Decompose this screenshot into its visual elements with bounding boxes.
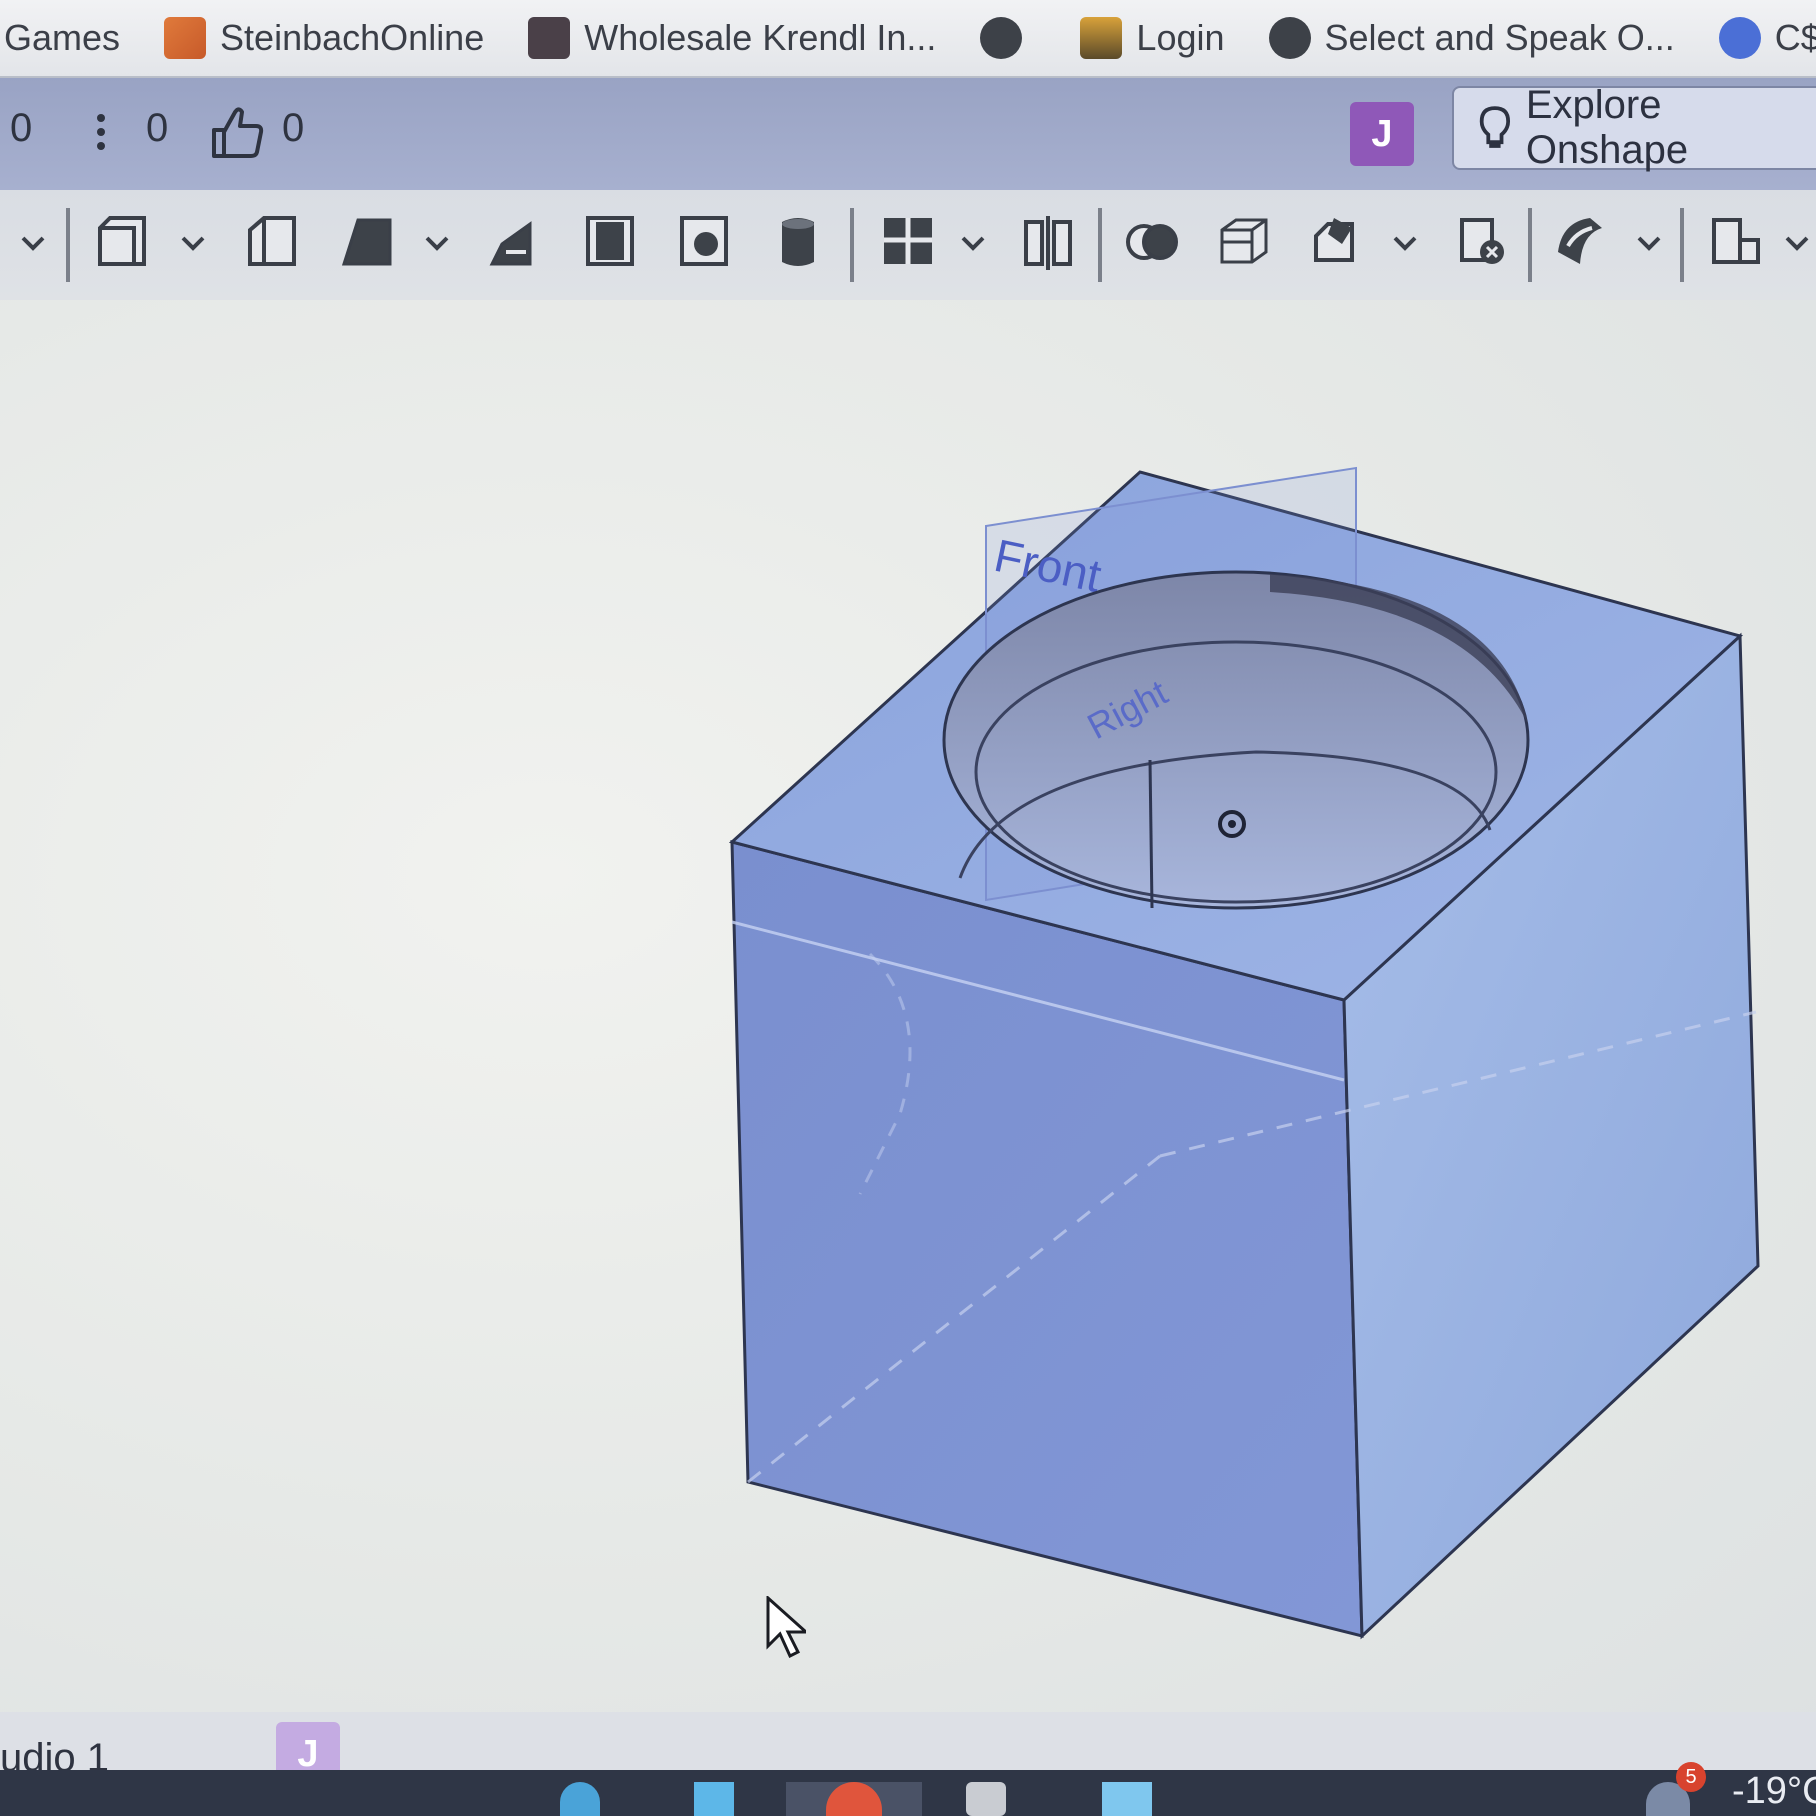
bookmark-games[interactable]: Games: [4, 17, 120, 59]
bookmarks-bar: Games SteinbachOnline Wholesale Krendl I…: [0, 0, 1816, 78]
loft-icon[interactable]: [488, 212, 544, 272]
globe-icon: [980, 17, 1023, 59]
facebook-icon: [1718, 17, 1761, 59]
branches-count[interactable]: 0: [146, 106, 168, 151]
bookmark-label: Wholesale Krendl In...: [584, 17, 937, 58]
view-icon[interactable]: [1708, 212, 1764, 272]
explore-label: Explore Onshape: [1525, 83, 1689, 172]
transform-icon[interactable]: [1310, 212, 1366, 272]
os-taskbar: [0, 1770, 1816, 1816]
chevron-down-icon[interactable]: [1784, 230, 1810, 256]
chevron-down-icon[interactable]: [960, 230, 986, 256]
revolve-icon[interactable]: [244, 212, 300, 272]
taskbar-app-icon[interactable]: [560, 1782, 600, 1816]
cube-model[interactable]: Front Right: [0, 300, 1816, 1740]
shell-icon[interactable]: [1552, 212, 1608, 272]
pattern-icon[interactable]: [880, 212, 936, 272]
boolean-icon[interactable]: [1124, 212, 1180, 272]
thicken-icon[interactable]: [582, 212, 638, 272]
krendl-icon: [528, 17, 571, 59]
toolbar-divider: [66, 208, 70, 282]
bookmark-select-speak[interactable]: Select and Speak O...: [1268, 17, 1675, 59]
bookmark-label: Login: [1136, 17, 1225, 58]
sweep-icon[interactable]: [340, 212, 396, 272]
toolbar-divider: [1528, 208, 1532, 282]
toolbar-divider: [1098, 208, 1102, 282]
chevron-down-icon[interactable]: [1636, 230, 1662, 256]
taskbar-app-icon[interactable]: [694, 1782, 734, 1816]
feature-toolbar: [0, 190, 1816, 300]
mirror-icon[interactable]: [1020, 212, 1076, 272]
mouse-cursor-icon: [766, 1596, 806, 1658]
lightbulb-icon: [1479, 106, 1511, 148]
chevron-down-icon[interactable]: [424, 230, 450, 256]
bookmark-label: SteinbachOnline: [220, 17, 485, 58]
hole-icon[interactable]: [676, 212, 732, 272]
taskbar-app-icon[interactable]: [1102, 1782, 1152, 1816]
globe-icon: [1268, 17, 1311, 59]
chevron-down-icon[interactable]: [20, 230, 46, 256]
toolbar-divider: [850, 208, 854, 282]
bookmark-steinbach[interactable]: SteinbachOnline: [164, 17, 484, 59]
chevron-down-icon[interactable]: [180, 230, 206, 256]
bookmark-label: Select and Speak O...: [1324, 17, 1675, 58]
split-icon[interactable]: [1216, 212, 1272, 272]
user-avatar[interactable]: J: [1350, 102, 1414, 166]
graphics-viewport[interactable]: Front Right: [0, 300, 1816, 1740]
login-icon: [1080, 17, 1123, 59]
notification-badge: 5: [1676, 1762, 1706, 1792]
weather-temperature[interactable]: -19°C: [1732, 1770, 1816, 1813]
bookmark-label: C$15GT I: [1774, 17, 1816, 58]
steinbach-icon: [164, 17, 207, 59]
delete-part-icon[interactable]: [1454, 212, 1510, 272]
extrude-icon[interactable]: [94, 212, 150, 272]
tab-strip: [0, 1712, 1816, 1770]
branch-icon: [96, 108, 106, 160]
bookmark-label: Games: [4, 17, 121, 58]
toolbar-divider: [1680, 208, 1684, 282]
versions-count[interactable]: 0: [10, 106, 32, 151]
bookmark-globe[interactable]: [980, 17, 1036, 59]
bookmark-login[interactable]: Login: [1080, 17, 1225, 59]
cylinder-icon[interactable]: [770, 212, 826, 272]
like-icon[interactable]: [210, 104, 264, 160]
settings-icon[interactable]: [966, 1782, 1006, 1816]
likes-count[interactable]: 0: [282, 106, 304, 151]
hole-seam: [1148, 759, 1154, 909]
explore-onshape-button[interactable]: Explore Onshape: [1452, 83, 1816, 172]
bookmark-facebook[interactable]: C$15GT I: [1718, 17, 1816, 59]
document-header: 0 0 0 J Explore Onshape: [0, 78, 1816, 190]
bookmark-krendl[interactable]: Wholesale Krendl In...: [528, 17, 936, 59]
chevron-down-icon[interactable]: [1392, 230, 1418, 256]
